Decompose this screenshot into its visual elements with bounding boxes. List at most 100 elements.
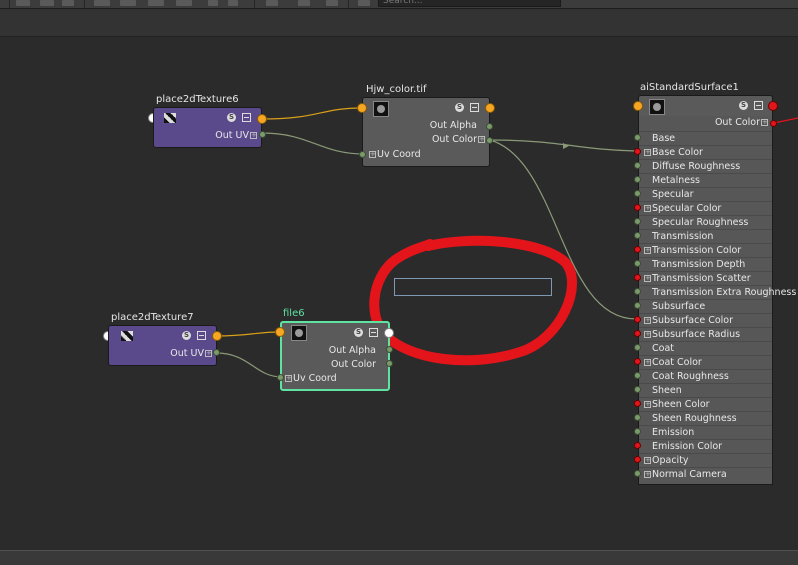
attribute-input-plug[interactable] [634,316,641,323]
attribute-input-plug[interactable] [634,344,641,351]
output-plug[interactable] [485,103,495,113]
s-icon[interactable]: S [739,101,748,110]
attribute-row[interactable]: +Normal Camera [639,467,772,482]
s-icon[interactable]: S [182,331,191,340]
place2dtexture7-node[interactable]: S Out UV + [108,325,217,366]
expand-icon[interactable]: + [644,247,651,254]
expand-icon[interactable]: + [644,401,651,408]
attribute-input-plug[interactable] [634,302,641,309]
expand-icon[interactable]: + [644,359,651,366]
attribute-input-plug[interactable] [634,428,641,435]
layout-icon[interactable] [369,328,378,337]
input-plug[interactable] [275,327,285,337]
attribute-row[interactable]: +Subsurface Radius [639,327,772,342]
attribute-input-plug[interactable] [634,190,641,197]
expand-icon[interactable]: + [644,275,651,282]
attribute-row[interactable]: Sheen [639,383,772,398]
input-plug[interactable] [633,101,643,111]
attribute-row[interactable]: Subsurface [639,299,772,314]
attribute-row[interactable]: +Coat Color [639,355,772,370]
attribute-row[interactable]: Emission [639,425,772,440]
attribute-row[interactable]: Transmission [639,229,772,244]
expand-icon[interactable]: + [644,457,651,464]
attribute-input-plug[interactable] [634,218,641,225]
attribute-input-plug[interactable] [634,176,641,183]
attribute-row[interactable]: +Transmission Scatter [639,271,772,286]
attribute-input-plug[interactable] [634,414,641,421]
expand-icon[interactable]: + [250,132,257,139]
attribute-input-plug[interactable] [634,162,641,169]
expand-icon[interactable]: + [369,151,376,158]
expand-icon[interactable]: + [478,136,485,143]
layout-icon[interactable] [197,331,206,340]
expand-icon[interactable]: + [644,149,651,156]
attribute-row[interactable]: Specular Roughness [639,215,772,230]
node-name-input[interactable] [394,278,552,296]
attribute-row[interactable]: Coat Roughness [639,369,772,384]
expand-icon[interactable]: + [644,471,651,478]
attribute-input-plug[interactable] [634,330,641,337]
out-alpha-plug[interactable] [386,346,393,353]
layout-icon[interactable] [754,101,763,110]
attribute-row[interactable]: Emission Color [639,439,772,454]
attribute-row[interactable]: Metalness [639,173,772,188]
attribute-row[interactable]: +Opacity [639,453,772,468]
file6-node[interactable]: S Out Alpha Out Color +Uv Coord [280,321,390,391]
attribute-input-plug[interactable] [634,260,641,267]
attribute-input-plug[interactable] [634,246,641,253]
attribute-row[interactable]: +Sheen Color [639,397,772,412]
attribute-row[interactable]: +Base Color [639,145,772,160]
expand-icon[interactable]: + [285,375,292,382]
out-uv-plug[interactable] [213,349,220,356]
expand-icon[interactable]: + [644,331,651,338]
out-color-plug[interactable] [486,137,493,144]
attribute-input-plug[interactable] [634,274,641,281]
attribute-input-plug[interactable] [634,232,641,239]
out-alpha-plug[interactable] [486,123,493,130]
expand-icon[interactable]: + [761,119,768,126]
attribute-input-plug[interactable] [634,204,641,211]
s-icon[interactable]: S [227,113,236,122]
out-alpha-label: Out Alpha [429,120,477,131]
input-plug[interactable] [357,103,367,113]
attribute-row[interactable]: +Transmission Color [639,243,772,258]
attribute-input-plug[interactable] [634,456,641,463]
layout-icon[interactable] [242,113,251,122]
output-plug[interactable] [212,331,222,341]
attribute-input-plug[interactable] [634,470,641,477]
attribute-row[interactable]: Base [639,131,772,146]
output-plug[interactable] [384,328,394,338]
attribute-row[interactable]: Transmission Depth [639,257,772,272]
expand-icon[interactable]: + [205,350,212,357]
expand-icon[interactable]: + [644,317,651,324]
out-uv-plug[interactable] [259,131,266,138]
attribute-input-plug[interactable] [634,442,641,449]
attribute-input-plug[interactable] [634,372,641,379]
out-color-plug[interactable] [386,360,393,367]
s-icon[interactable]: S [455,103,464,112]
attribute-input-plug[interactable] [634,386,641,393]
out-color-plug[interactable] [770,120,777,127]
output-plug[interactable] [768,101,778,111]
aistandardsurface1-node[interactable]: S [638,95,773,117]
s-icon[interactable]: S [354,328,363,337]
attribute-row[interactable]: +Subsurface Color [639,313,772,328]
output-plug[interactable] [257,114,267,124]
attribute-input-plug[interactable] [634,358,641,365]
attribute-input-plug[interactable] [634,288,641,295]
attribute-row[interactable]: Diffuse Roughness [639,159,772,174]
attribute-row[interactable]: Sheen Roughness [639,411,772,426]
layout-icon[interactable] [470,103,479,112]
hjw-color-file-node[interactable]: S Out Alpha Out Color + +Uv Coord [362,97,490,167]
attribute-input-plug[interactable] [634,400,641,407]
place2dtexture6-node[interactable]: S Out UV + [153,107,262,148]
attribute-input-plug[interactable] [634,148,641,155]
uv-coord-plug[interactable] [277,374,284,381]
uv-coord-plug[interactable] [359,151,366,158]
attribute-row[interactable]: Specular [639,187,772,202]
expand-icon[interactable]: + [644,205,651,212]
attribute-row[interactable]: Coat [639,341,772,356]
attribute-input-plug[interactable] [634,134,641,141]
attribute-row[interactable]: Transmission Extra Roughness [639,285,796,300]
attribute-row[interactable]: +Specular Color [639,201,772,216]
